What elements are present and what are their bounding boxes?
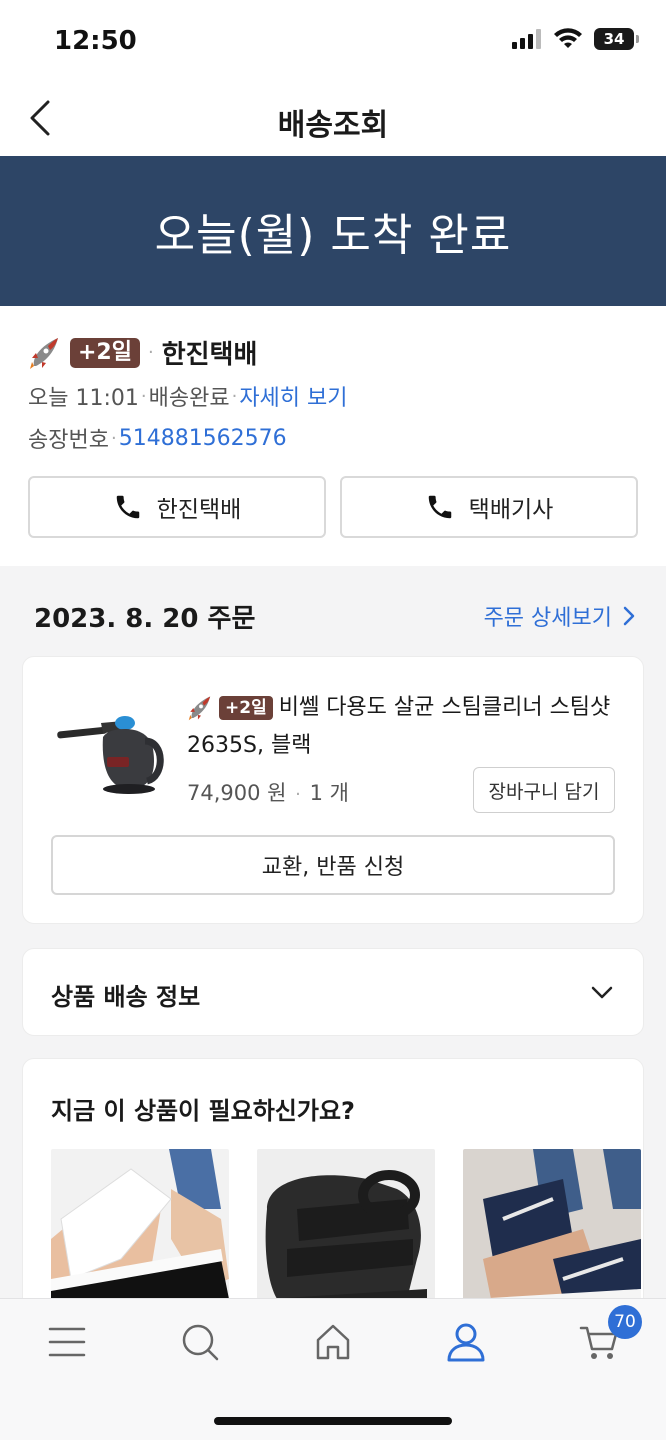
status-icons: 34 bbox=[512, 28, 639, 50]
tracking-number[interactable]: 514881562576 bbox=[119, 426, 287, 451]
order-header: 2023. 8. 20 주문 주문 상세보기 bbox=[34, 596, 636, 636]
recommended-product-image[interactable] bbox=[51, 1149, 229, 1319]
product-badge-group: +2일 bbox=[187, 695, 273, 721]
carrier-row: +2일 · 한진택배 bbox=[28, 334, 257, 371]
delivery-status: 배송완료 bbox=[148, 386, 230, 411]
chevron-down-icon bbox=[591, 986, 613, 999]
shipping-info-title: 상품 배송 정보 bbox=[51, 983, 201, 1011]
rocket-icon bbox=[30, 337, 58, 369]
tab-home[interactable] bbox=[308, 1317, 358, 1367]
product-name-block[interactable]: +2일 비쎌 다용도 살균 스팀클리너 스팀샷 2635S, 블랙 bbox=[187, 689, 617, 765]
menu-icon bbox=[48, 1327, 86, 1357]
search-icon bbox=[182, 1324, 219, 1361]
product-price: 74,900 원 bbox=[187, 781, 287, 805]
delivery-time: 오늘 11:01 bbox=[28, 386, 139, 411]
delivery-info-card: +2일 · 한진택배 오늘 11:01 · 배송완료 · 자세히 보기 송장번호… bbox=[0, 306, 666, 566]
user-icon bbox=[447, 1323, 485, 1362]
product-card: +2일 비쎌 다용도 살균 스팀클리너 스팀샷 2635S, 블랙 74,900… bbox=[22, 656, 644, 924]
separator-dot: · bbox=[231, 385, 238, 407]
tab-cart[interactable]: 70 bbox=[574, 1305, 642, 1367]
separator-dot: · bbox=[140, 385, 147, 407]
separator-dot: · bbox=[147, 342, 154, 363]
cart-count-badge: 70 bbox=[608, 1305, 642, 1339]
status-time: 12:50 bbox=[54, 26, 137, 56]
carrier-name: 한진택배 bbox=[161, 340, 258, 370]
detail-view-link[interactable]: 자세히 보기 bbox=[239, 380, 347, 412]
product-image[interactable] bbox=[53, 701, 183, 801]
price-row: 74,900 원 · 1 개 bbox=[187, 777, 349, 807]
delivery-badge: +2일 bbox=[70, 337, 140, 368]
product-badge: +2일 bbox=[219, 696, 273, 720]
tracking-label: 송장번호 bbox=[28, 428, 109, 453]
page-title: 배송조회 bbox=[277, 108, 389, 143]
separator-dot: · bbox=[110, 427, 117, 449]
home-indicator bbox=[214, 1417, 452, 1425]
tab-search[interactable] bbox=[175, 1317, 225, 1367]
delivery-time-row: 오늘 11:01 · 배송완료 · 자세히 보기 bbox=[28, 380, 348, 412]
order-detail-link[interactable]: 주문 상세보기 bbox=[484, 600, 636, 632]
order-detail-label: 주문 상세보기 bbox=[483, 606, 612, 631]
phone-icon bbox=[428, 495, 451, 519]
recommended-product-image[interactable] bbox=[463, 1149, 641, 1319]
delivery-status-title: 오늘(월) 도착 완료 bbox=[154, 210, 512, 261]
nav-bar: 배송조회 bbox=[0, 80, 666, 156]
tab-my-page[interactable] bbox=[441, 1317, 491, 1367]
shipping-info-card[interactable]: 상품 배송 정보 bbox=[22, 948, 644, 1036]
signal-icon bbox=[512, 29, 541, 49]
order-date: 2023. 8. 20 주문 bbox=[34, 603, 256, 634]
battery-icon: 34 bbox=[594, 28, 639, 50]
wifi-icon bbox=[554, 28, 582, 48]
call-driver-button[interactable]: 택배기사 bbox=[340, 476, 638, 538]
add-to-cart-button[interactable]: 장바구니 담기 bbox=[473, 767, 615, 813]
call-carrier-label: 한진택배 bbox=[156, 497, 242, 523]
chevron-right-icon bbox=[623, 606, 635, 626]
exchange-return-button[interactable]: 교환, 반품 신청 bbox=[51, 835, 615, 895]
home-icon bbox=[316, 1324, 350, 1360]
rocket-icon bbox=[188, 696, 211, 721]
product-quantity: 1 개 bbox=[309, 781, 349, 805]
call-carrier-button[interactable]: 한진택배 bbox=[28, 476, 326, 538]
status-bar: 12:50 34 bbox=[0, 0, 666, 80]
phone-icon bbox=[116, 495, 139, 519]
tab-menu[interactable] bbox=[42, 1317, 92, 1367]
delivery-status-banner: 오늘(월) 도착 완료 bbox=[0, 156, 666, 306]
recommended-product-image[interactable] bbox=[257, 1149, 435, 1319]
bottom-tab-bar: 70 bbox=[0, 1298, 666, 1440]
call-driver-label: 택배기사 bbox=[468, 497, 554, 523]
tracking-row: 송장번호 · 514881562576 bbox=[28, 422, 287, 454]
recommendation-title: 지금 이 상품이 필요하신가요? bbox=[51, 1097, 355, 1125]
separator-dot: · bbox=[295, 784, 301, 805]
